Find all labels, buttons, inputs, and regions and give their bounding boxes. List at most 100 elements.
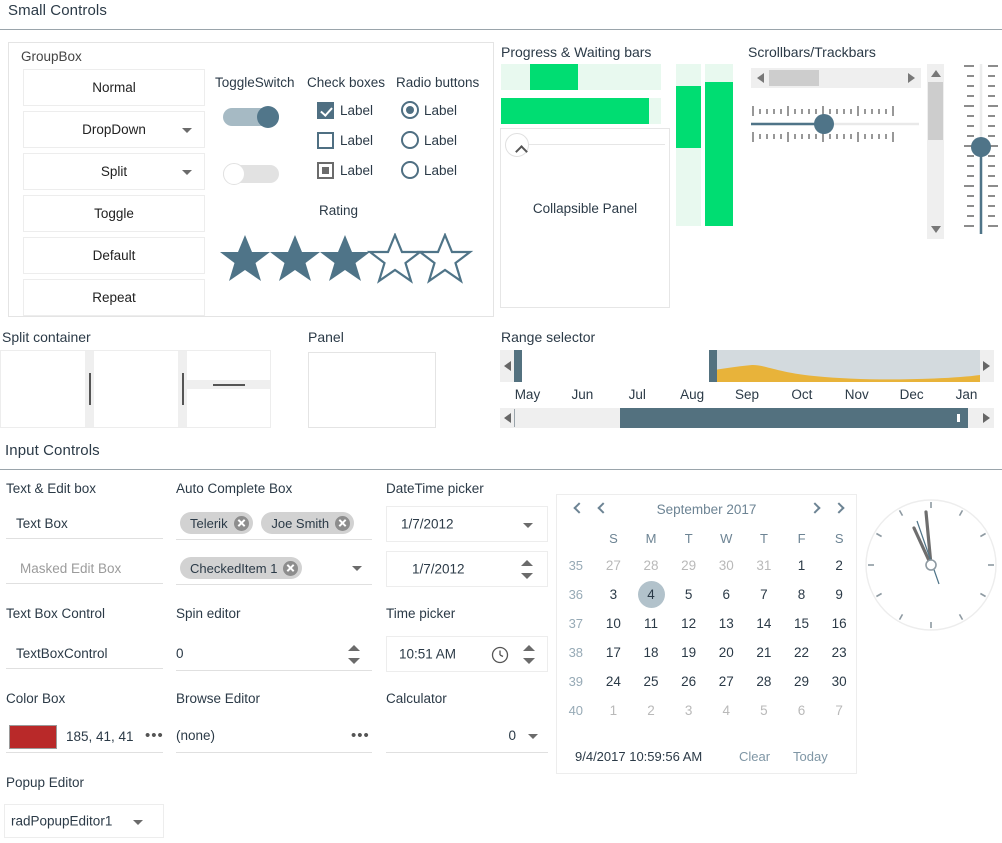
color-box-field[interactable]: 185, 41, 41 ••• <box>6 722 163 753</box>
calendar-next-year-button[interactable] <box>833 503 845 515</box>
scroll-down-arrow-icon[interactable] <box>931 226 941 233</box>
vertical-trackbar[interactable] <box>962 64 1002 239</box>
token-telerik[interactable]: Telerik <box>180 512 253 534</box>
calendar-day[interactable]: 5 <box>745 696 783 725</box>
calendar-day[interactable]: 15 <box>783 609 821 638</box>
calendar-day[interactable]: 5 <box>670 580 708 609</box>
auto-complete-field-row2[interactable]: CheckedItem 1 <box>176 553 372 585</box>
calendar-day[interactable]: 31 <box>745 551 783 580</box>
datetime-picker-dropdown[interactable]: 1/7/2012 <box>386 506 548 542</box>
browse-editor-ellipsis-button[interactable]: ••• <box>351 727 370 744</box>
calendar-day[interactable]: 1 <box>595 696 633 725</box>
token-joe-smith[interactable]: Joe Smith <box>261 512 354 534</box>
radio-unchecked-2[interactable]: Label <box>401 161 457 179</box>
calendar-day[interactable]: 16 <box>820 609 858 638</box>
button-default[interactable]: Default <box>23 237 205 274</box>
datetime-picker-spin[interactable]: 1/7/2012 <box>386 551 548 587</box>
spin-up-icon[interactable] <box>521 560 533 566</box>
browse-editor-field[interactable]: (none) ••• <box>176 722 372 753</box>
calendar-day[interactable]: 3 <box>670 696 708 725</box>
spin-up-icon[interactable] <box>348 645 360 651</box>
calendar-day[interactable]: 13 <box>708 609 746 638</box>
calendar-clear-button[interactable]: Clear <box>739 749 770 764</box>
calendar-next-month-button[interactable] <box>809 503 821 515</box>
calendar-day[interactable]: 11 <box>632 609 670 638</box>
toggleswitch-off[interactable] <box>223 163 279 185</box>
chevron-down-icon[interactable] <box>523 523 533 528</box>
calendar-day[interactable]: 9 <box>820 580 858 609</box>
calendar-day[interactable]: 2 <box>632 696 670 725</box>
horizontal-trackbar[interactable] <box>751 105 921 143</box>
button-normal[interactable]: Normal <box>23 69 205 106</box>
horizontal-scrollbar[interactable] <box>751 68 921 88</box>
range-scrollbar-right-icon[interactable] <box>983 413 990 423</box>
button-repeat[interactable]: Repeat <box>23 279 205 316</box>
calculator-field[interactable]: 0 <box>386 722 548 753</box>
token-checkeditem-1[interactable]: CheckedItem 1 <box>180 557 302 579</box>
calendar-day[interactable]: 29 <box>783 667 821 696</box>
calendar-day[interactable]: 7 <box>820 696 858 725</box>
calendar-day[interactable]: 26 <box>670 667 708 696</box>
clock-icon[interactable] <box>491 646 509 667</box>
calendar-day[interactable]: 14 <box>745 609 783 638</box>
checkbox-checked[interactable]: Label <box>317 102 373 119</box>
radio-checked[interactable]: Label <box>401 101 457 119</box>
masked-edit-box-field[interactable]: Masked Edit Box <box>6 555 163 584</box>
checkbox-unchecked[interactable]: Label <box>317 132 373 149</box>
calendar-day[interactable]: 29 <box>670 551 708 580</box>
calendar-day[interactable]: 6 <box>783 696 821 725</box>
spin-editor-field[interactable]: 0 <box>176 638 372 671</box>
calendar-day[interactable]: 19 <box>670 638 708 667</box>
calendar-day[interactable]: 10 <box>595 609 633 638</box>
collapse-toggle-button[interactable] <box>505 133 529 157</box>
calendar-today-button[interactable]: Today <box>793 749 828 764</box>
auto-complete-field-row1[interactable]: Telerik Joe Smith <box>176 508 372 540</box>
calendar-day[interactable]: 2 <box>820 551 858 580</box>
scrollbar-thumb[interactable] <box>928 82 943 140</box>
token-remove-icon[interactable] <box>283 561 298 576</box>
toggleswitch-on[interactable] <box>223 106 279 128</box>
calendar-day[interactable]: 17 <box>595 638 633 667</box>
button-dropdown[interactable]: DropDown <box>23 111 205 148</box>
calendar-day[interactable]: 20 <box>708 638 746 667</box>
spin-down-icon[interactable] <box>348 658 360 664</box>
color-swatch[interactable] <box>9 725 57 749</box>
calendar-day[interactable]: 27 <box>595 551 633 580</box>
calendar-day[interactable]: 7 <box>745 580 783 609</box>
calendar-day[interactable]: 4 <box>708 696 746 725</box>
calendar-day[interactable]: 3 <box>595 580 633 609</box>
range-scrollbar-thumb[interactable] <box>620 408 968 428</box>
range-selector-scrollbar[interactable] <box>500 408 994 428</box>
spin-down-icon[interactable] <box>521 573 533 579</box>
calendar-day[interactable]: 23 <box>820 638 858 667</box>
scroll-up-arrow-icon[interactable] <box>931 70 941 77</box>
scroll-right-arrow-icon[interactable] <box>908 73 915 83</box>
collapsible-panel-header[interactable] <box>501 129 671 161</box>
calendar-day[interactable]: 30 <box>708 551 746 580</box>
calendar-day[interactable]: 12 <box>670 609 708 638</box>
chevron-down-icon[interactable] <box>352 566 362 571</box>
calendar-day[interactable]: 18 <box>632 638 670 667</box>
calendar-day[interactable]: 6 <box>708 580 746 609</box>
token-remove-icon[interactable] <box>335 516 350 531</box>
text-box-control-field[interactable]: TextBoxControl <box>6 640 163 669</box>
scrollbar-thumb[interactable] <box>769 70 819 86</box>
popup-editor-field[interactable]: radPopupEditor1 <box>4 804 164 838</box>
calendar-day[interactable]: 22 <box>783 638 821 667</box>
calendar-day[interactable]: 24 <box>595 667 633 696</box>
range-scroll-right-icon[interactable] <box>983 361 990 371</box>
chevron-down-icon[interactable] <box>133 820 143 825</box>
time-picker-field[interactable]: 10:51 AM <box>386 636 548 672</box>
calendar-day[interactable]: 1 <box>783 551 821 580</box>
calendar-day[interactable]: 28 <box>745 667 783 696</box>
split-gutter-3[interactable] <box>187 380 270 389</box>
range-selector-window[interactable] <box>514 350 717 382</box>
calendar-day-selected[interactable]: 4 <box>632 580 670 609</box>
range-scrollbar-left-icon[interactable] <box>504 413 511 423</box>
vertical-scrollbar[interactable] <box>927 64 944 239</box>
range-selector[interactable]: May Jun Jul Aug Sep Oct Nov Dec Jan <box>500 350 994 428</box>
scroll-left-arrow-icon[interactable] <box>757 73 764 83</box>
calendar-day[interactable]: 28 <box>632 551 670 580</box>
spin-down-icon[interactable] <box>523 658 535 664</box>
split-gutter-2[interactable] <box>178 351 187 427</box>
